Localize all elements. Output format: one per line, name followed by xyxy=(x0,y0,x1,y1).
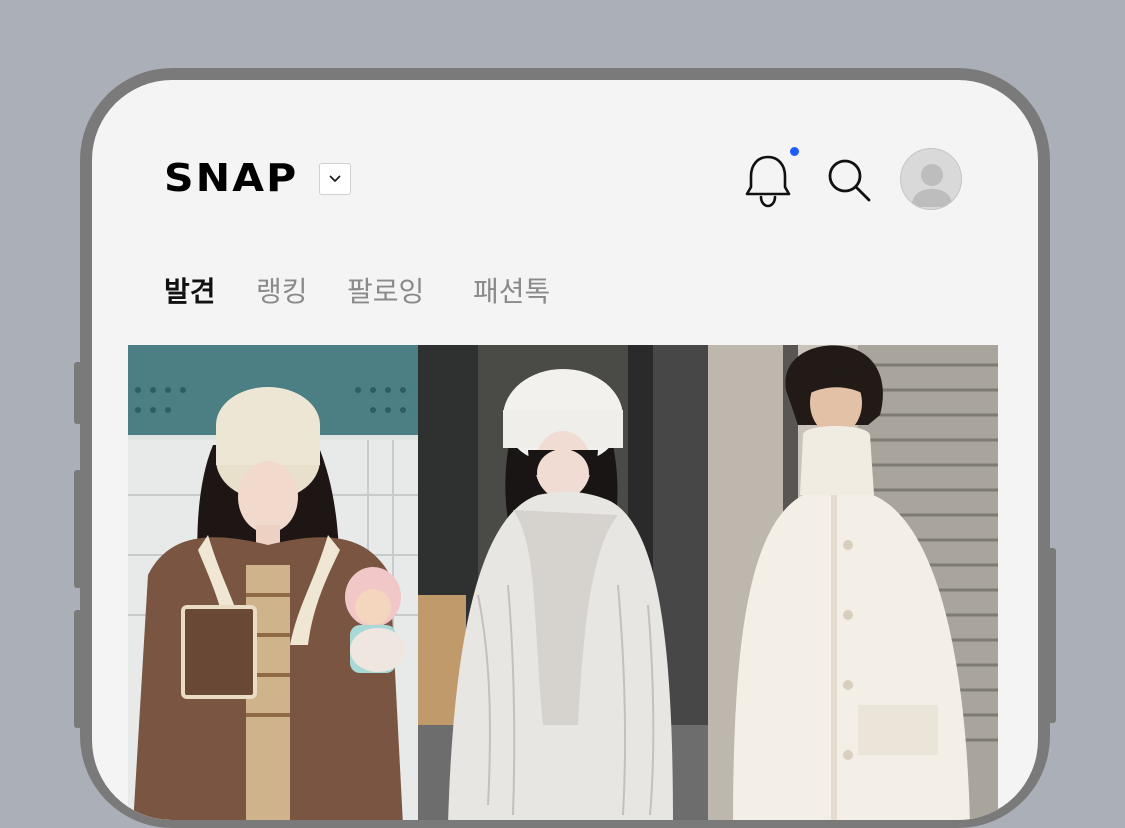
phone-side-button xyxy=(74,362,82,424)
search-button[interactable] xyxy=(825,156,873,204)
profile-avatar-button[interactable] xyxy=(900,148,962,210)
snap-photo xyxy=(128,345,418,820)
snap-feed-item[interactable] xyxy=(708,345,998,820)
bell-icon xyxy=(745,155,791,208)
logo-dropdown-button[interactable] xyxy=(319,163,351,195)
app-screen: SNAP 발견 랭킹 팔로잉 패션톡 xyxy=(92,80,1038,820)
user-avatar-icon xyxy=(911,164,953,207)
tab-ranking[interactable]: 랭킹 xyxy=(256,270,308,310)
snap-feed-item[interactable] xyxy=(128,345,418,820)
search-icon xyxy=(828,159,871,202)
phone-side-button xyxy=(74,470,82,588)
snap-photo xyxy=(418,345,708,820)
phone-side-button xyxy=(74,610,82,728)
chevron-down-icon xyxy=(329,175,341,182)
tab-discover[interactable]: 발견 xyxy=(164,270,216,310)
snap-feed-grid xyxy=(128,345,998,820)
tab-following[interactable]: 팔로잉 xyxy=(347,270,424,310)
snap-photo xyxy=(708,345,998,820)
phone-side-button xyxy=(1048,548,1056,723)
tab-fashion-talk[interactable]: 패션톡 xyxy=(473,270,550,310)
notification-button[interactable] xyxy=(742,152,794,208)
app-header: SNAP xyxy=(92,80,1038,280)
notification-badge xyxy=(790,147,799,156)
snap-feed-item[interactable] xyxy=(418,345,708,820)
app-logo[interactable]: SNAP xyxy=(164,156,298,200)
